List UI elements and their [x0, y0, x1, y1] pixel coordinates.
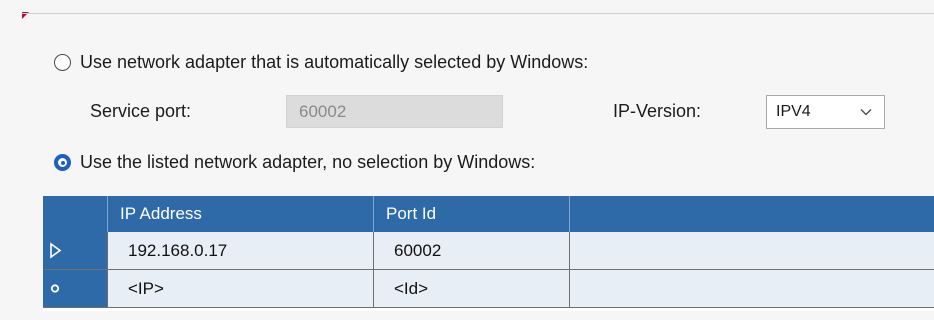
auto-adapter-option[interactable]: Use network adapter that is automaticall… [54, 52, 588, 73]
grid-header: IP Address Port Id [43, 196, 934, 233]
column-header-filler [570, 196, 934, 232]
chevron-down-icon [860, 109, 872, 116]
cell-filler [570, 270, 934, 307]
grid-header-indicator [43, 196, 108, 232]
top-divider [22, 13, 934, 14]
cell-ip-placeholder[interactable]: <IP> [108, 270, 374, 307]
table-row[interactable]: 192.168.0.17 60002 [43, 232, 934, 270]
column-header-port-id[interactable]: Port Id [374, 196, 570, 232]
row-indicator[interactable] [43, 270, 108, 307]
ip-version-label: IP-Version: [613, 101, 702, 121]
auto-adapter-label: Use network adapter that is automaticall… [80, 52, 589, 72]
cell-port-id[interactable]: 60002 [374, 232, 570, 269]
cell-ip-address[interactable]: 192.168.0.17 [108, 232, 374, 269]
service-port-label: Service port: [90, 101, 192, 121]
auto-adapter-radio[interactable] [54, 54, 71, 71]
ip-version-value: IPV4 [776, 103, 811, 120]
cell-port-placeholder[interactable]: <Id> [374, 270, 570, 307]
cell-filler [570, 232, 934, 269]
service-port-input[interactable]: 60002 [286, 95, 503, 128]
new-row-icon [50, 284, 60, 293]
current-row-icon [50, 242, 62, 259]
column-header-ip-address[interactable]: IP Address [108, 196, 374, 232]
row-indicator[interactable] [43, 232, 108, 269]
network-adapter-panel: Use network adapter that is automaticall… [0, 0, 934, 320]
listed-adapter-radio[interactable] [54, 154, 71, 171]
listed-adapter-label: Use the listed network adapter, no selec… [80, 152, 536, 172]
ip-version-select[interactable]: IPV4 [766, 95, 885, 129]
adapter-grid[interactable]: IP Address Port Id 192.168.0.17 60002 <I… [43, 196, 934, 311]
new-row[interactable]: <IP> <Id> [43, 270, 934, 308]
listed-adapter-option[interactable]: Use the listed network adapter, no selec… [54, 152, 535, 173]
